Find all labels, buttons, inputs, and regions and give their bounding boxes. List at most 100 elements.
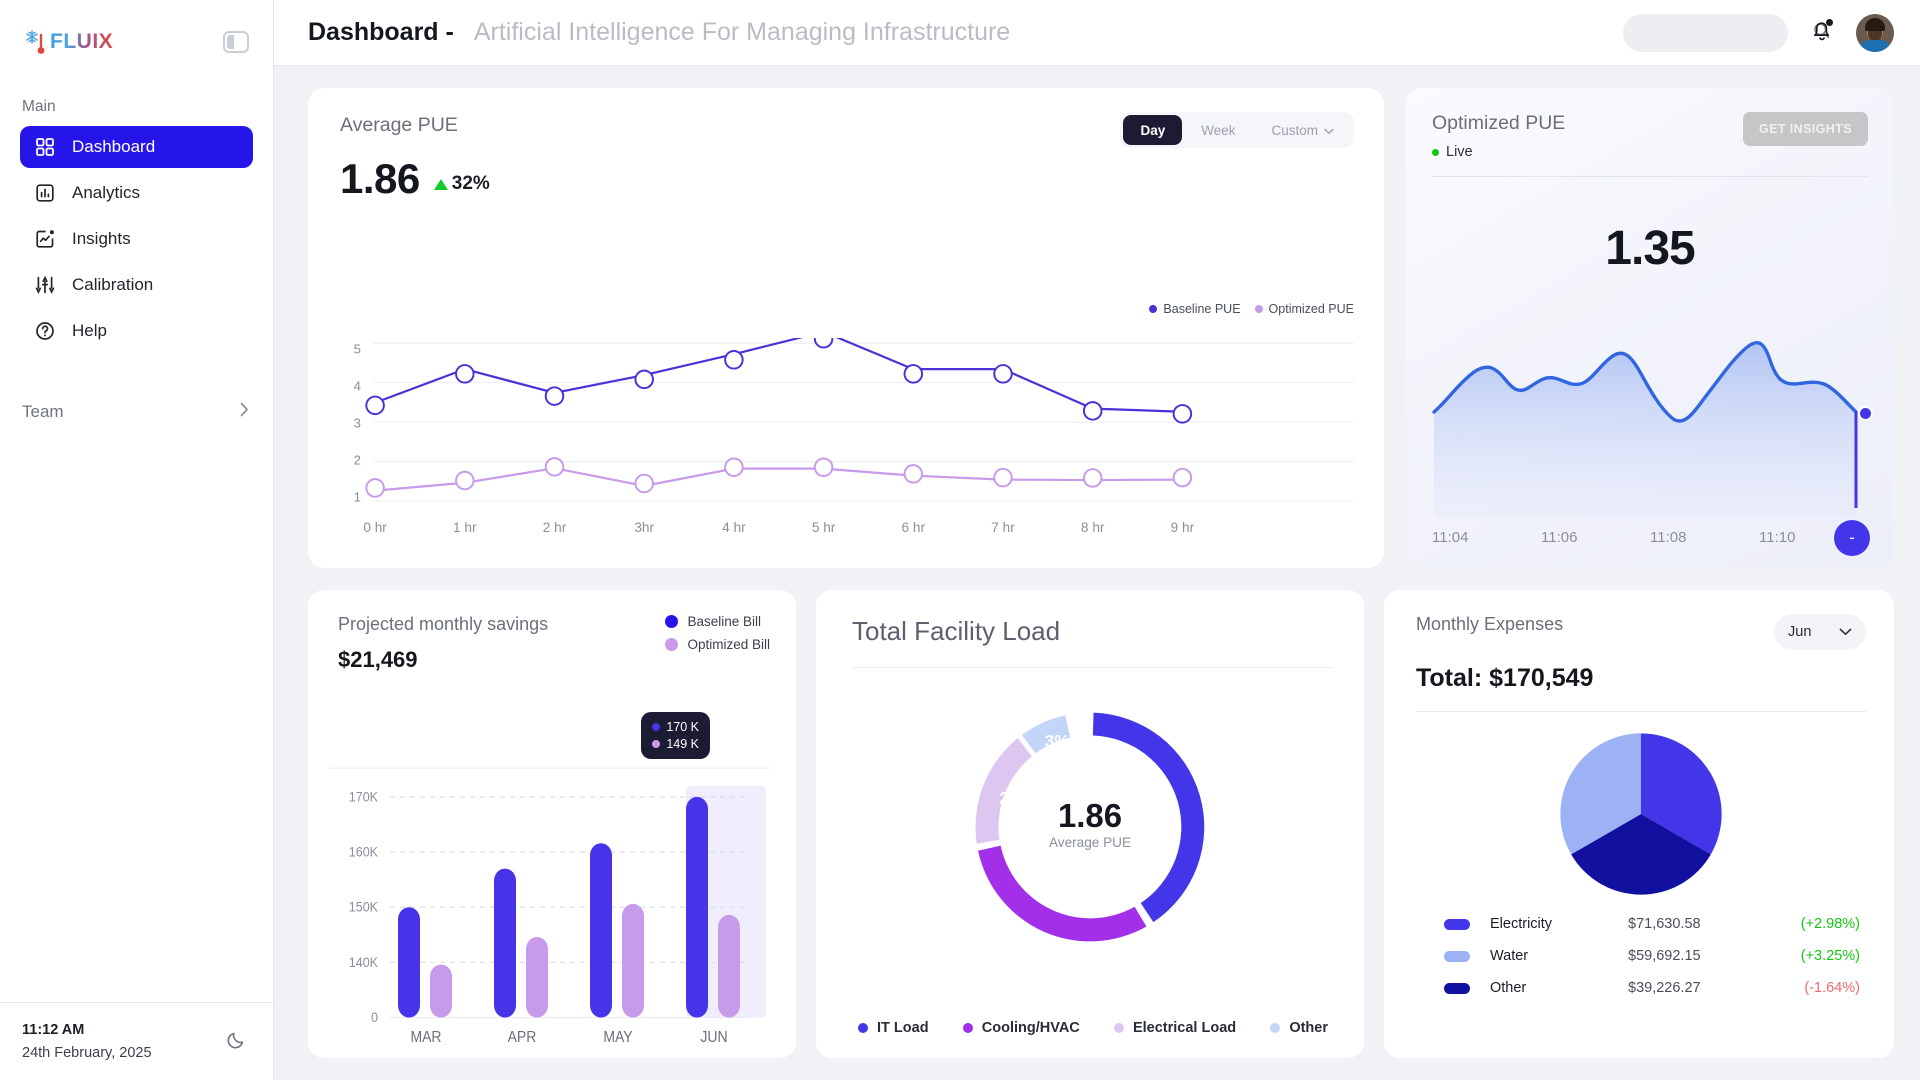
sidebar-item-dashboard[interactable]: Dashboard <box>20 126 253 168</box>
svg-text:JUN: JUN <box>700 1029 727 1044</box>
current-date: 24th February, 2025 <box>22 1042 152 1064</box>
legend-label: Optimized Bill <box>687 637 770 652</box>
trend-icon <box>34 228 56 250</box>
logo-text: FLUIX <box>50 30 113 54</box>
bell-icon[interactable] <box>1810 18 1834 48</box>
sidebar-section-label: Main <box>0 84 273 126</box>
top-bar: Dashboard - Artificial Intelligence For … <box>274 0 1920 66</box>
trend-up-icon <box>434 179 448 190</box>
range-option-custom-label: Custom <box>1271 123 1318 138</box>
svg-text:20%: 20% <box>999 788 1035 808</box>
range-option-week[interactable]: Week <box>1184 115 1252 145</box>
sidebar-item-analytics[interactable]: Analytics <box>20 172 253 214</box>
row-bottom: Projected monthly savings $21,469 Baseli… <box>308 590 1894 1058</box>
projected-savings-chart: 170K160K 150K140K0 <box>330 766 770 1044</box>
optimized-pue-card: Optimized PUE Live GET INSIGHTS 1.35 <box>1406 88 1894 568</box>
legend-label: Other <box>1289 1020 1328 1036</box>
current-time: 11:12 AM <box>22 1019 152 1041</box>
savings-amount: $21,469 <box>330 647 548 673</box>
svg-text:42%: 42% <box>1132 817 1168 837</box>
average-pue-change-value: 32% <box>452 173 490 195</box>
sidebar-header: FLUIX <box>0 0 273 84</box>
sidebar-item-label: Analytics <box>72 183 140 203</box>
table-row: Other $39,226.27 (-1.64%) <box>1444 980 1860 996</box>
svg-text:160K: 160K <box>349 844 378 860</box>
svg-text:9 hr: 9 hr <box>1171 520 1195 535</box>
svg-text:8 hr: 8 hr <box>1081 520 1105 535</box>
legend-label: Baseline Bill <box>687 614 761 629</box>
svg-text:3: 3 <box>354 415 361 430</box>
svg-text:2: 2 <box>354 453 361 468</box>
svg-text:0: 0 <box>371 1009 378 1025</box>
svg-text:5 hr: 5 hr <box>812 520 836 535</box>
expenses-total: Total: $170,549 <box>1416 664 1866 693</box>
svg-text:APR: APR <box>508 1029 537 1044</box>
get-insights-button[interactable]: GET INSIGHTS <box>1743 112 1868 146</box>
sidebar-item-insights[interactable]: Insights <box>20 218 253 260</box>
live-status: Live <box>1432 144 1565 160</box>
main-area: Dashboard - Artificial Intelligence For … <box>274 0 1920 1080</box>
range-option-custom[interactable]: Custom <box>1254 115 1351 145</box>
legend-label: Baseline PUE <box>1163 302 1240 316</box>
legend-label: IT Load <box>877 1020 929 1036</box>
legend-it-load: IT Load <box>858 1020 929 1036</box>
live-action-button[interactable]: - <box>1834 520 1870 556</box>
svg-text:5: 5 <box>354 341 361 356</box>
sidebar-footer: 11:12 AM 24th February, 2025 <box>0 1002 273 1080</box>
optimized-pue-title: Optimized PUE <box>1432 112 1565 135</box>
legend-cooling-hvac: Cooling/HVAC <box>963 1020 1080 1036</box>
row-top: Average PUE 1.86 32% Day Week Custom <box>308 88 1894 568</box>
chevron-right-icon <box>240 402 249 422</box>
expenses-header: Monthly Expenses Jun <box>1416 614 1866 650</box>
svg-text:MAY: MAY <box>603 1029 632 1044</box>
range-option-day[interactable]: Day <box>1123 115 1182 145</box>
legend-optimized-bill: Optimized Bill <box>665 637 770 652</box>
legend-label: Optimized PUE <box>1269 302 1354 316</box>
optimized-pue-header: Optimized PUE Live GET INSIGHTS <box>1432 112 1868 160</box>
total-facility-load-chart: 42% 35% 20% 3% 1.86 Average PUE <box>816 682 1364 972</box>
sidebar-item-team[interactable]: Team <box>0 392 273 432</box>
month-select-value: Jun <box>1788 624 1811 640</box>
question-icon <box>34 320 56 342</box>
notification-dot <box>1826 19 1833 26</box>
live-status-label: Live <box>1446 144 1473 160</box>
sidebar-item-calibration[interactable]: Calibration <box>20 264 253 306</box>
svg-text:1: 1 <box>354 490 361 505</box>
sidebar-team-label: Team <box>22 402 64 422</box>
expense-value: $71,630.58 <box>1628 916 1768 932</box>
facility-load-legend: IT Load Cooling/HVAC Electrical Load Oth… <box>858 1020 1328 1036</box>
svg-text:3hr: 3hr <box>634 520 654 535</box>
expenses-table: Electricity $71,630.58 (+2.98%) Water $5… <box>1416 916 1866 996</box>
legend-other: Other <box>1270 1020 1328 1036</box>
live-current-point <box>1858 406 1873 421</box>
average-pue-value: 1.86 <box>340 155 420 203</box>
avatar[interactable] <box>1856 14 1894 52</box>
bar-chart-icon <box>34 182 56 204</box>
x-tick: 11:06 <box>1541 529 1650 546</box>
sidebar-nav: Dashboard Analytics <box>0 126 273 352</box>
range-selector: Day Week Custom <box>1120 112 1354 148</box>
svg-text:4 hr: 4 hr <box>722 520 746 535</box>
svg-text:0 hr: 0 hr <box>363 520 387 535</box>
sidebar-item-help[interactable]: Help <box>20 310 253 352</box>
search-input[interactable] <box>1637 25 1813 40</box>
sidebar-item-label: Help <box>72 321 107 341</box>
color-swatch <box>1444 951 1470 962</box>
legend-label: Cooling/HVAC <box>982 1020 1080 1036</box>
legend-label: Electrical Load <box>1133 1020 1236 1036</box>
live-dot-icon <box>1432 149 1439 156</box>
tooltip-value: 170 K <box>666 720 699 734</box>
sidebar-toggle-button[interactable] <box>223 31 249 53</box>
expense-change: (+2.98%) <box>1768 916 1860 932</box>
svg-text:35%: 35% <box>1042 878 1078 898</box>
search-box[interactable] <box>1623 14 1788 52</box>
page-title: Dashboard - <box>308 18 454 47</box>
sidebar-item-label: Dashboard <box>72 137 155 157</box>
average-pue-card: Average PUE 1.86 32% Day Week Custom <box>308 88 1384 568</box>
divider <box>1416 711 1866 712</box>
optimized-pue-live-chart <box>1432 338 1868 518</box>
month-select[interactable]: Jun <box>1774 614 1866 650</box>
moon-icon[interactable] <box>226 1029 247 1055</box>
chevron-down-icon <box>1324 123 1334 138</box>
table-row: Electricity $71,630.58 (+2.98%) <box>1444 916 1860 932</box>
